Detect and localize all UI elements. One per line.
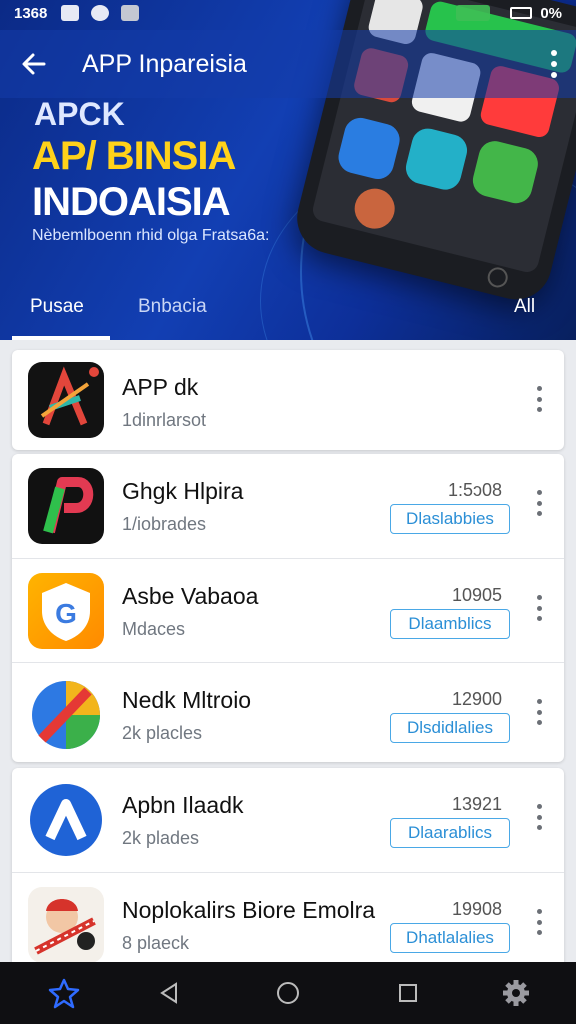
list-item[interactable]: APP dk 1dinrlarsot (12, 350, 564, 450)
status-button[interactable]: Dhatlalalies (390, 923, 510, 953)
app-subtitle: 2k placles (122, 723, 203, 743)
shield-app-icon: G (28, 573, 104, 649)
messenger-notification-icon (91, 5, 110, 21)
back-arrow-icon (22, 53, 46, 75)
network-icon (456, 5, 491, 21)
promo-line-3: INDOAISIA (32, 180, 231, 224)
apk-app-icon (28, 362, 104, 438)
tab-bnbacia[interactable]: Bnbacia (138, 296, 207, 318)
list-item[interactable]: Nedk Mltroio 2k placles 12900 Dlsdidlali… (12, 662, 564, 766)
list-item[interactable]: Apbn Ilaadk 2k plades 13921 Dlaarablics (12, 768, 564, 872)
app-count: 12900 (451, 689, 502, 709)
promo-line-2: AP/ BINSIA (32, 134, 236, 178)
status-button[interactable]: Dlsdidlalies (390, 713, 510, 743)
tab-all[interactable]: All (514, 296, 535, 318)
battery-text: 0% (540, 4, 562, 22)
app-count: 13921 (451, 794, 502, 814)
app-card: Ghgk Hlpira 1/iobrades 1:5ɔ08 Dlaslabbie… (12, 454, 564, 762)
status-time: 1368 (14, 4, 48, 22)
app-bar: APP Inpareisia (0, 30, 576, 98)
item-menu-button[interactable] (534, 909, 544, 935)
recents-square-icon[interactable] (391, 976, 425, 1010)
app-name: Asbe Vabaoa (122, 583, 259, 609)
item-menu-button[interactable] (534, 699, 544, 725)
app-subtitle: 2k plades (122, 828, 200, 848)
svg-text:G: G (55, 598, 77, 629)
status-button[interactable]: Dlaamblics (390, 609, 510, 639)
app-name: Noplokalirs Biore Emolra (122, 897, 376, 923)
character-app-icon (28, 887, 104, 963)
battery-icon (510, 7, 533, 19)
mail-notification-icon (121, 5, 140, 21)
app-subtitle: Mdaces (122, 619, 186, 639)
app-subtitle: 8 plaeck (122, 933, 190, 953)
app-name: Nedk Mltroio (122, 687, 252, 713)
app-name: APP dk (122, 374, 199, 400)
app-card: Apbn Ilaadk 2k plades 13921 Dlaarablics … (12, 768, 564, 978)
overflow-menu-button[interactable] (550, 50, 558, 78)
promo-line-1: APCK (34, 96, 125, 132)
list-item[interactable]: Ghgk Hlpira 1/iobrades 1:5ɔ08 Dlaslabbie… (12, 454, 564, 558)
p-app-icon (28, 468, 104, 544)
back-button[interactable] (0, 30, 68, 98)
item-menu-button[interactable] (534, 490, 544, 516)
tab-pusae[interactable]: Pusae (30, 296, 84, 318)
gallery-notification-icon (61, 5, 80, 21)
status-button[interactable]: Dlaarablics (390, 818, 510, 848)
settings-gear-icon[interactable] (499, 976, 533, 1010)
item-menu-button[interactable] (534, 804, 544, 830)
bottom-navigation (0, 962, 576, 1024)
app-count: 10905 (451, 585, 502, 605)
item-menu-button[interactable] (534, 386, 544, 412)
a-app-icon (28, 782, 104, 858)
promo-subtitle: Nèbemlboenn rhid olga Fratsa6a: (32, 227, 270, 244)
hero-banner: 1368 0% APP Inpareisia APCK AP/ BINSIA I… (0, 0, 576, 340)
home-circle-icon[interactable] (271, 976, 305, 1010)
list-item[interactable]: G Asbe Vabaoa Mdaces 10905 Dlaamblics (12, 558, 564, 662)
status-bar: 1368 0% (0, 0, 576, 26)
app-subtitle: 1dinrlarsot (122, 410, 207, 430)
app-subtitle: 1/iobrades (122, 514, 207, 534)
tab-bar: Pusae Bnbacia All (0, 286, 576, 340)
item-menu-button[interactable] (534, 595, 544, 621)
app-count: 1:5ɔ08 (447, 480, 502, 500)
app-name: Ghgk Hlpira (122, 478, 244, 504)
status-button[interactable]: Dlaslabbies (390, 504, 510, 534)
page-title: APP Inpareisia (82, 49, 247, 78)
back-triangle-icon[interactable] (152, 976, 186, 1010)
app-name: Apbn Ilaadk (122, 792, 244, 818)
app-card: APP dk 1dinrlarsot (12, 350, 564, 450)
tab-indicator (12, 336, 110, 340)
star-icon[interactable] (47, 976, 81, 1010)
g-circle-app-icon (28, 677, 104, 753)
app-count: 19908 (451, 899, 502, 919)
list-item[interactable]: Noplokalirs Biore Emolra 8 plaeck 19908 … (12, 872, 564, 976)
